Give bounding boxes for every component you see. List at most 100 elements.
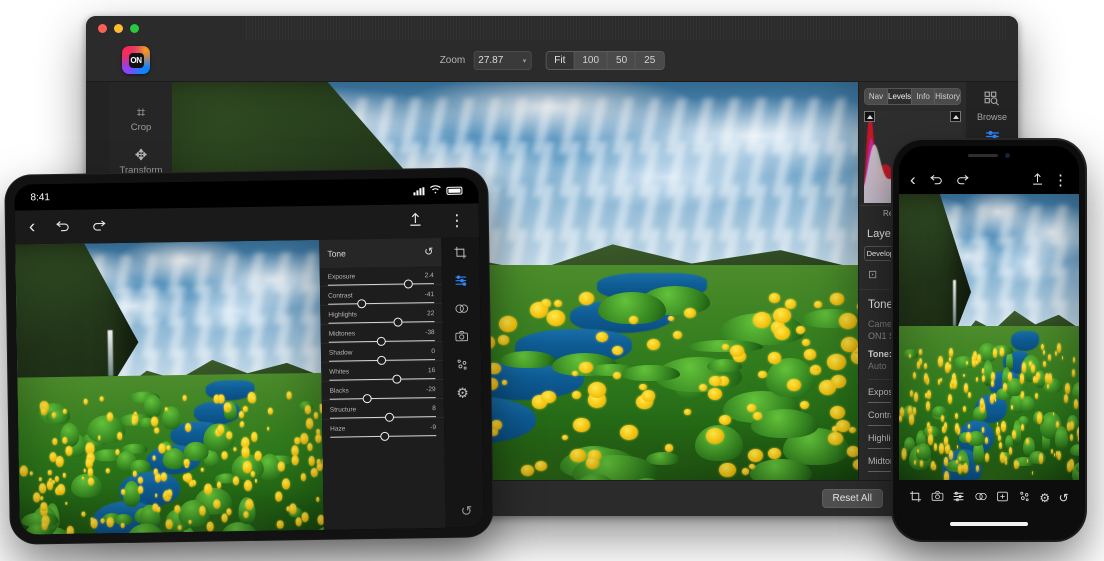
more-vertical-icon[interactable]: ⋮: [449, 211, 465, 231]
browse-icon: [977, 90, 1007, 112]
phone-bottom-toolbar: ⚙ ↺: [899, 480, 1079, 534]
tablet-slider-contrast[interactable]: Contrast -41: [320, 284, 442, 305]
tab-levels[interactable]: Levels: [888, 89, 912, 104]
tablet-clock: 8:41: [30, 192, 50, 203]
contrast-icon[interactable]: [974, 490, 988, 506]
tablet-slider-list: Exposure2.4 Contrast -41 Highlights22Midton…: [320, 265, 445, 438]
auto-camera-icon[interactable]: [455, 330, 469, 346]
redo-icon[interactable]: [91, 218, 107, 235]
tablet-device: 8:41 ‹: [5, 168, 493, 544]
tablet-slider-row: Structure8: [330, 405, 436, 414]
tab-info[interactable]: Info: [912, 89, 935, 104]
histogram-white-handle[interactable]: [950, 111, 961, 122]
tablet-slider-value: -29: [426, 386, 436, 393]
window-minimize-button[interactable]: [114, 24, 123, 33]
tablet-slider-label: Haze: [330, 425, 345, 432]
tablet-slider-knob[interactable]: [357, 299, 366, 308]
tablet-slider-value: -41: [425, 291, 435, 298]
tablet-slider-label: Exposure: [328, 273, 356, 280]
speaker-grill: [968, 154, 998, 157]
tab-history[interactable]: History: [935, 89, 960, 104]
tablet-slider-value: 16: [428, 367, 435, 374]
undo-icon[interactable]: [55, 218, 71, 235]
tab-nav[interactable]: Nav: [865, 89, 888, 104]
tool-crop-label: Crop: [131, 122, 152, 133]
vignette-overlay: [15, 240, 324, 535]
chevron-left-icon[interactable]: ‹: [29, 216, 36, 238]
zoom-preset-25[interactable]: 25: [636, 52, 663, 69]
redo-icon[interactable]: [955, 173, 970, 188]
gear-icon[interactable]: ⚙: [456, 386, 469, 400]
tablet-photograph: [15, 240, 324, 535]
phone-photo-canvas[interactable]: [899, 194, 1079, 480]
tablet-slider-value: -38: [425, 329, 435, 336]
crop-icon[interactable]: [909, 490, 922, 506]
tablet-slider-knob[interactable]: [377, 356, 386, 365]
gear-icon[interactable]: ⚙: [1039, 491, 1050, 505]
chevron-left-icon[interactable]: ‹: [910, 170, 916, 190]
tablet-slider-haze[interactable]: Haze-9: [322, 417, 444, 438]
effects-icon[interactable]: [455, 358, 469, 374]
phone-device: ‹ ⋮: [893, 140, 1085, 540]
tool-crop[interactable]: ⌗ Crop: [113, 100, 169, 141]
share-icon[interactable]: [408, 211, 423, 231]
window-close-button[interactable]: [98, 24, 107, 33]
tablet-slider-exposure[interactable]: Exposure2.4: [320, 265, 442, 286]
tablet-slider-label: Whites: [329, 368, 349, 375]
home-indicator[interactable]: [950, 522, 1028, 526]
tablet-photo-canvas[interactable]: [15, 240, 324, 535]
zoom-value: 27.87: [478, 55, 503, 66]
tablet-slider-label: Contrast: [328, 292, 353, 299]
sliders-icon[interactable]: [454, 274, 468, 290]
tablet-nav-spacer: [127, 222, 388, 226]
tablet-slider-row: Contrast -41: [328, 291, 434, 300]
tablet-slider-knob[interactable]: [362, 394, 371, 403]
phone-nav-bar: ‹ ⋮: [899, 166, 1079, 194]
tablet-body: Tone ↺ Exposure2.4 Contrast -41 Highlights2…: [15, 237, 483, 534]
tablet-slider-midtones[interactable]: Midtones-38: [321, 322, 443, 343]
tablet-slider-value: 0: [431, 348, 435, 355]
tablet-slider-label: Shadow: [329, 349, 353, 356]
more-vertical-icon[interactable]: ⋮: [1053, 171, 1068, 189]
move-icon: ✥: [113, 147, 169, 165]
tablet-slider-knob[interactable]: [376, 337, 385, 346]
auto-camera-icon[interactable]: [931, 490, 944, 506]
tablet-slider-row: Exposure2.4: [328, 272, 434, 281]
zoom-input[interactable]: 27.87 ▾: [473, 51, 531, 70]
sliders-icon[interactable]: [952, 490, 965, 506]
tablet-slider-structure[interactable]: Structure8: [322, 398, 444, 419]
rail-browse[interactable]: Browse: [977, 90, 1007, 122]
phone-photograph: [899, 194, 1079, 480]
contrast-icon[interactable]: [454, 302, 469, 318]
tablet-slider-knob[interactable]: [380, 432, 389, 441]
reset-all-button[interactable]: Reset All: [822, 489, 883, 508]
on1-logo-icon[interactable]: ON: [122, 46, 150, 74]
tablet-slider-knob[interactable]: [392, 375, 401, 384]
undo-icon[interactable]: [929, 173, 944, 188]
crop-icon[interactable]: [453, 246, 467, 262]
effects-icon[interactable]: [1018, 490, 1031, 506]
tablet-slider-knob[interactable]: [393, 318, 402, 327]
reset-icon[interactable]: ↺: [424, 245, 433, 258]
window-maximize-button[interactable]: [130, 24, 139, 33]
zoom-preset-group: Fit 100 50 25: [545, 51, 664, 70]
zoom-preset-100[interactable]: 100: [574, 52, 608, 69]
share-icon[interactable]: [1031, 172, 1044, 189]
zoom-preset-fit[interactable]: Fit: [546, 52, 574, 69]
tablet-slider-highlights[interactable]: Highlights22: [320, 303, 442, 324]
histogram-black-handle[interactable]: [864, 111, 875, 122]
reset-icon[interactable]: ↺: [1059, 491, 1069, 505]
add-layer-icon[interactable]: [996, 490, 1009, 506]
tab-develop[interactable]: Develop: [865, 247, 897, 260]
zoom-preset-50[interactable]: 50: [608, 52, 636, 69]
tablet-slider-track[interactable]: [330, 435, 436, 438]
add-layer-icon: ⊡: [868, 269, 877, 281]
zoom-label: Zoom: [440, 55, 466, 66]
tablet-tone-title: Tone: [327, 248, 346, 258]
window-titlebar[interactable]: [86, 16, 1018, 40]
vignette-overlay: [899, 194, 1079, 480]
panel-tab-group: Nav Levels Info History: [864, 88, 961, 105]
tablet-tone-panel: Tone ↺ Exposure2.4 Contrast -41 Highlights2…: [319, 238, 446, 530]
tablet-slider-blacks[interactable]: Blacks-29: [321, 379, 443, 400]
tablet-reset-icon[interactable]: ↺: [461, 503, 473, 520]
